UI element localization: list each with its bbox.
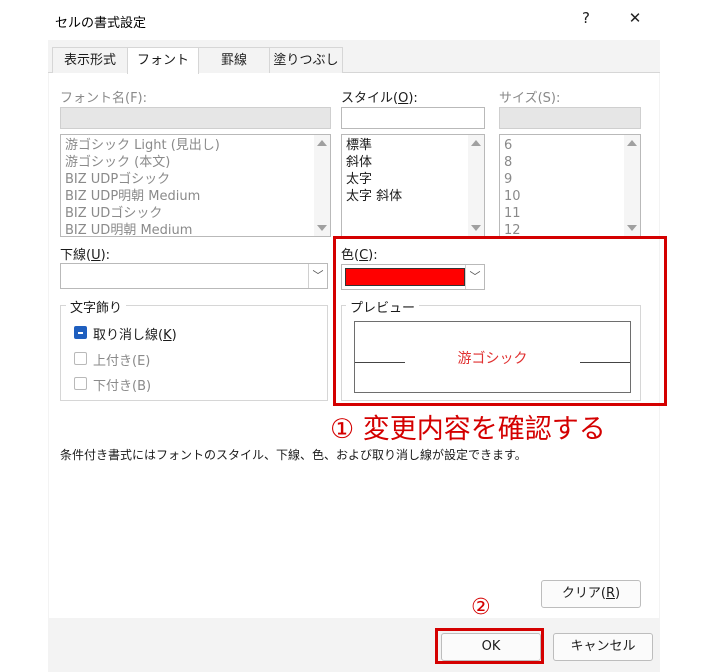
- tab-number-format[interactable]: 表示形式: [52, 47, 128, 73]
- list-item[interactable]: 太字 斜体: [346, 188, 402, 205]
- subscript-checkbox[interactable]: [74, 377, 87, 390]
- annotation-ok-highlight: [435, 628, 544, 664]
- effects-group-label: 文字飾り: [66, 297, 127, 316]
- conditional-format-note: 条件付き書式にはフォントのスタイル、下線、色、および取り消し線が設定できます。: [60, 448, 527, 462]
- list-item[interactable]: 游ゴシック (本文): [65, 154, 170, 171]
- list-item[interactable]: BIZ UD明朝 Medium: [65, 222, 192, 236]
- close-button[interactable]: ✕: [620, 9, 650, 27]
- strikethrough-label[interactable]: 取り消し線(K): [93, 324, 177, 343]
- list-item[interactable]: 8: [504, 154, 512, 171]
- annotation-step1-text: ① 変更内容を確認する: [330, 414, 606, 445]
- scroll-up-icon[interactable]: [317, 140, 327, 146]
- style-list[interactable]: 標準 斜体 太字 太字 斜体: [341, 134, 485, 237]
- style-input[interactable]: [341, 107, 485, 129]
- annotation-highlight-box: [333, 236, 667, 406]
- tab-font[interactable]: フォント: [127, 47, 199, 74]
- scroll-down-icon[interactable]: [317, 225, 327, 231]
- size-list[interactable]: 6 8 9 10 11 12: [499, 134, 641, 237]
- list-item[interactable]: BIZ UDゴシック: [65, 205, 162, 222]
- list-item[interactable]: 斜体: [346, 154, 372, 171]
- cancel-button[interactable]: キャンセル: [553, 633, 653, 661]
- list-item[interactable]: 太字: [346, 171, 372, 188]
- strikethrough-checkbox[interactable]: [74, 326, 87, 339]
- subscript-label[interactable]: 下付き(B): [93, 375, 151, 394]
- scroll-down-icon[interactable]: [471, 225, 481, 231]
- list-item[interactable]: BIZ UDP明朝 Medium: [65, 188, 200, 205]
- list-item[interactable]: 6: [504, 137, 512, 154]
- list-item[interactable]: 游ゴシック Light (見出し): [65, 137, 220, 154]
- scroll-up-icon[interactable]: [627, 140, 637, 146]
- size-input[interactable]: [499, 107, 641, 129]
- tab-fill[interactable]: 塗りつぶし: [269, 47, 343, 73]
- underline-combobox[interactable]: ﹀: [60, 263, 328, 289]
- superscript-label[interactable]: 上付き(E): [93, 350, 150, 369]
- list-item[interactable]: 標準: [346, 137, 372, 154]
- list-item[interactable]: 12: [504, 222, 521, 236]
- scroll-up-icon[interactable]: [471, 140, 481, 146]
- font-name-label: フォント名(F):: [60, 91, 148, 106]
- font-name-list[interactable]: 游ゴシック Light (見出し) 游ゴシック (本文) BIZ UDPゴシック…: [60, 134, 331, 237]
- tab-border[interactable]: 罫線: [198, 47, 270, 73]
- chevron-down-icon[interactable]: ﹀: [308, 264, 327, 288]
- annotation-step2-text: ②: [471, 595, 491, 620]
- clear-button[interactable]: クリア(R): [541, 580, 641, 608]
- size-label: サイズ(S):: [499, 91, 561, 106]
- font-name-input[interactable]: [60, 107, 331, 129]
- style-list-scrollbar[interactable]: [468, 135, 484, 236]
- list-item[interactable]: 11: [504, 205, 521, 222]
- list-item[interactable]: 10: [504, 188, 521, 205]
- scroll-down-icon[interactable]: [627, 225, 637, 231]
- size-list-scrollbar[interactable]: [624, 135, 640, 236]
- font-list-scrollbar[interactable]: [314, 135, 330, 236]
- list-item[interactable]: 9: [504, 171, 512, 188]
- underline-label: 下線(U):: [60, 248, 111, 263]
- dialog-title: セルの書式設定: [55, 16, 147, 31]
- superscript-checkbox[interactable]: [74, 352, 87, 365]
- style-label: スタイル(O):: [341, 91, 418, 106]
- list-item[interactable]: BIZ UDPゴシック: [65, 171, 170, 188]
- help-button[interactable]: ?: [571, 9, 601, 27]
